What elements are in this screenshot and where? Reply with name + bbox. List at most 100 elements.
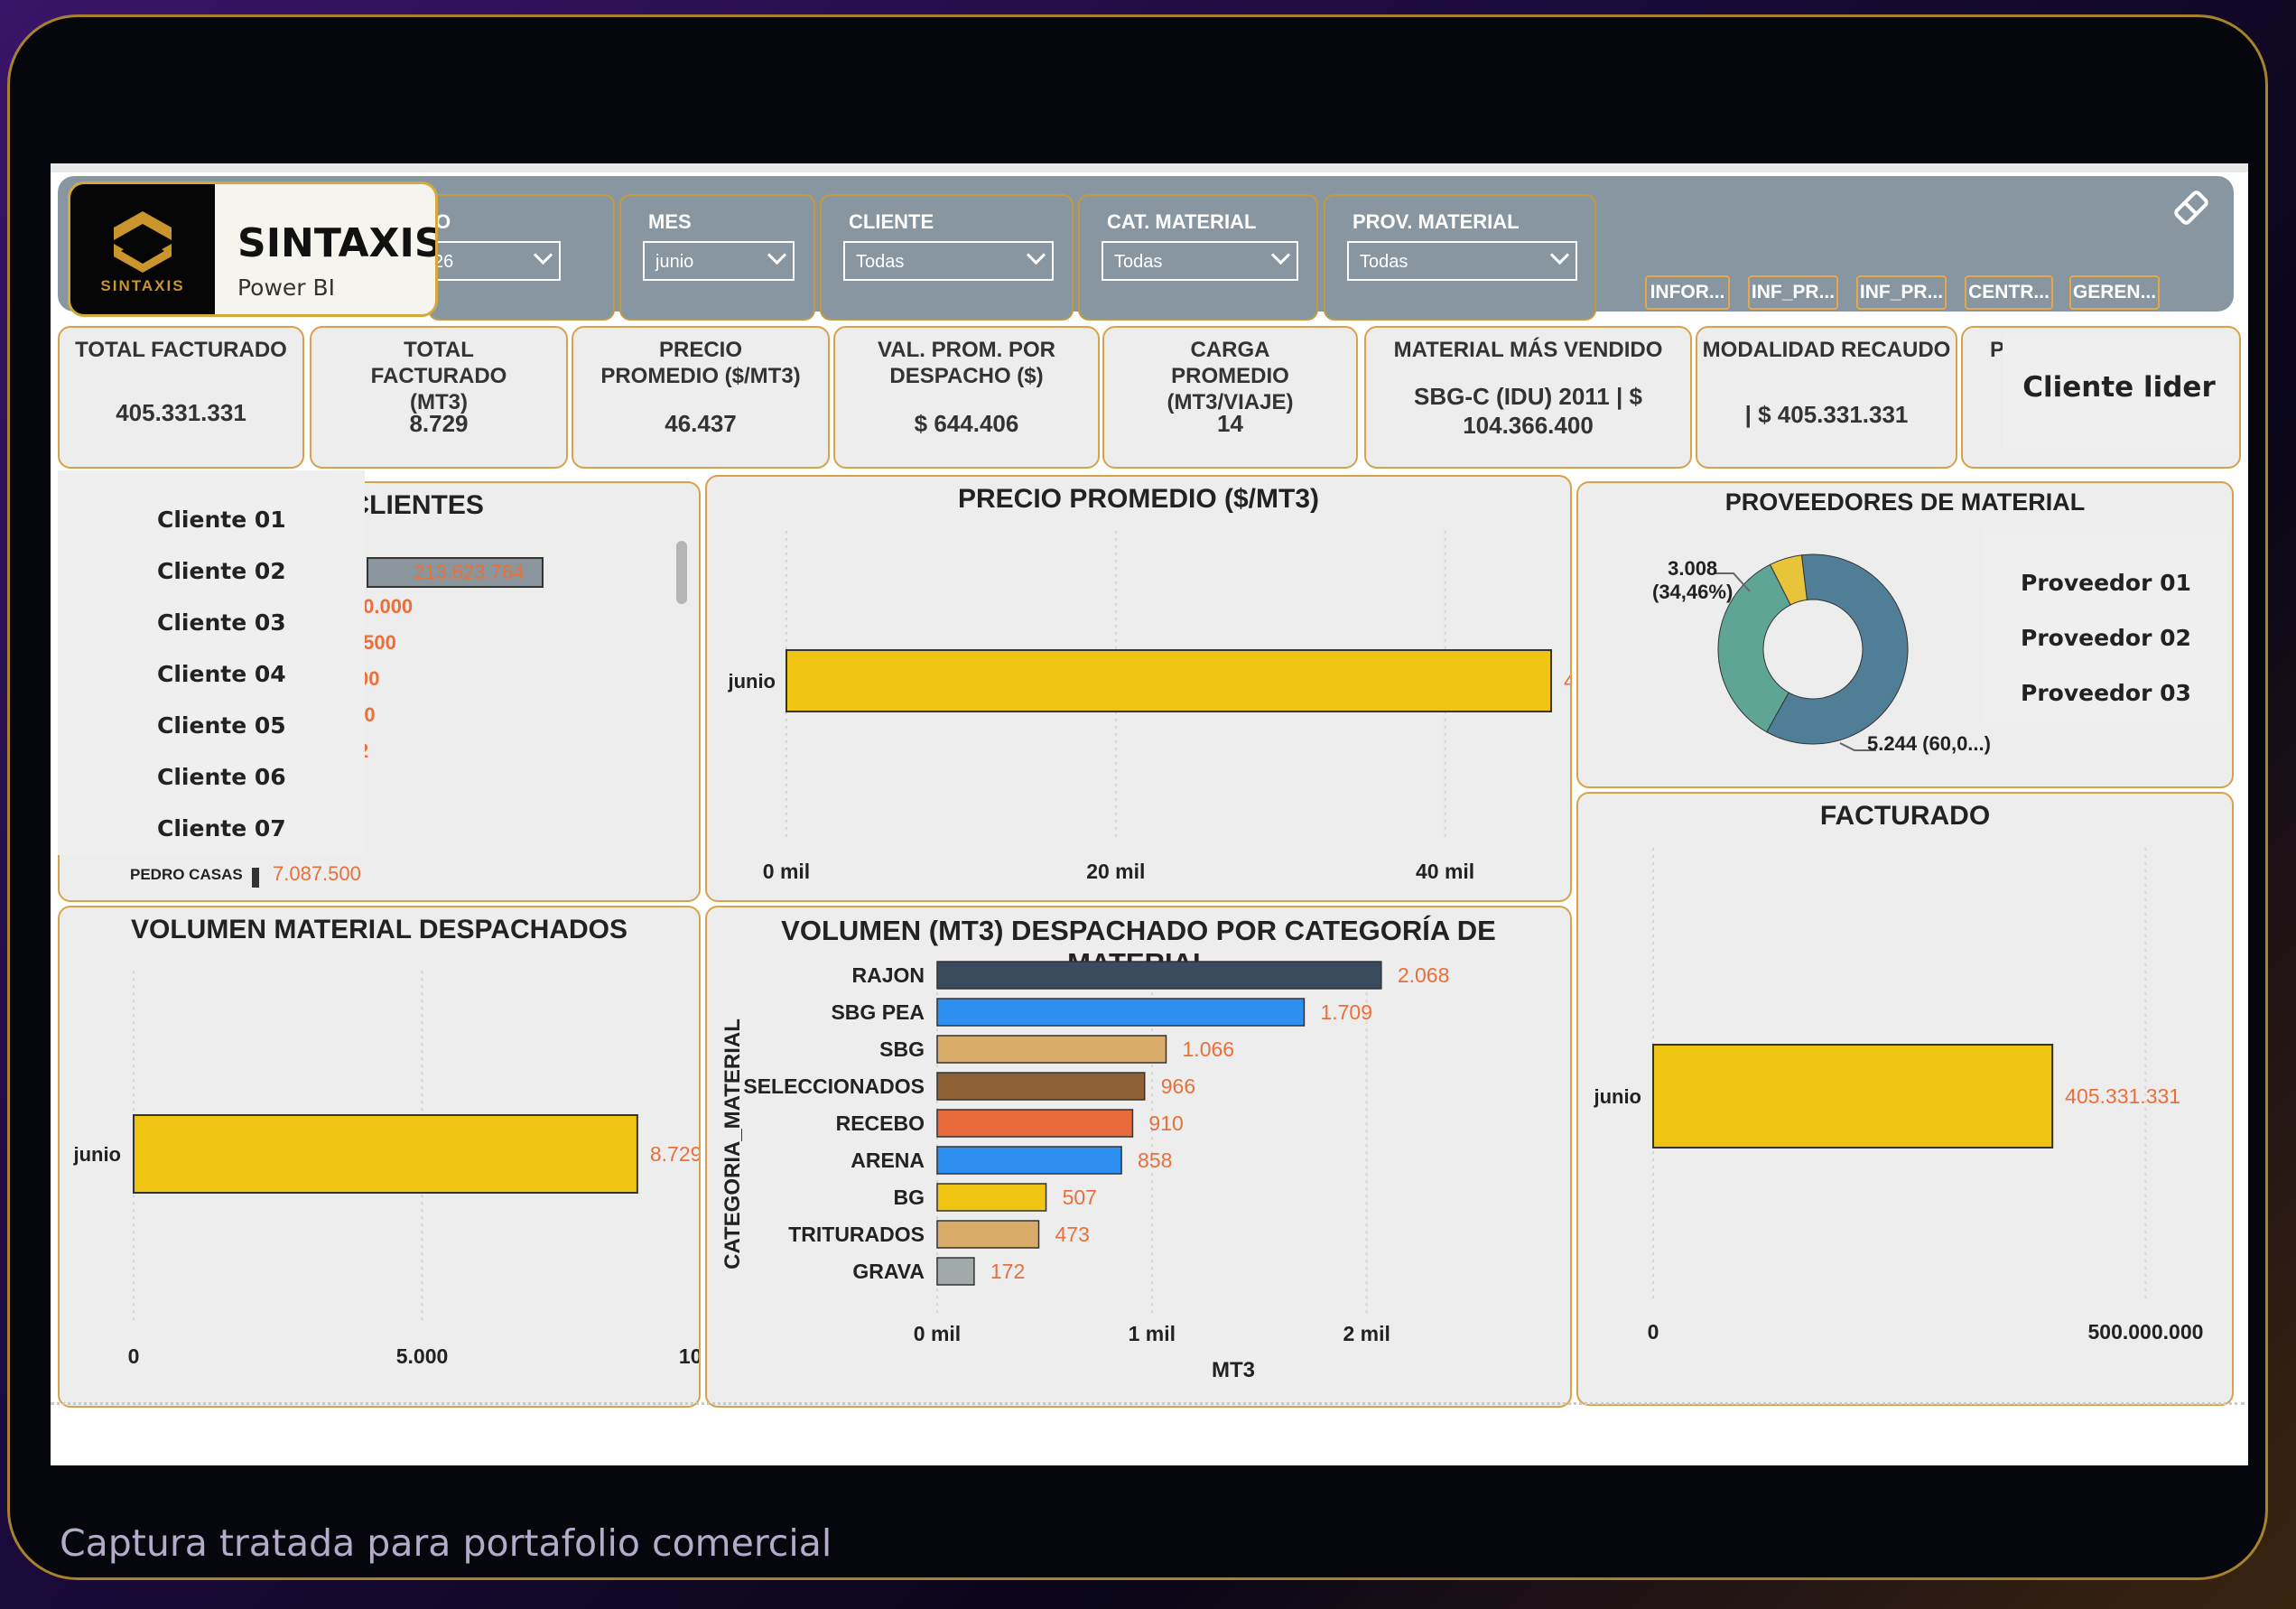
nav-button-centr[interactable]: CENTR... <box>1965 275 2053 310</box>
client-bottom-value: 7.087.500 <box>273 862 361 885</box>
nav-button-inf-pr-1[interactable]: INF_PR... <box>1748 275 1838 310</box>
list-item[interactable]: Proveedor 03 <box>2021 680 2191 706</box>
data-label: 46.437 <box>1564 669 1570 693</box>
chart-volumen-categoria: 0 mil 1 mil 2 mil RAJON 2.068 SBG PEA 1.709 SBG… <box>720 961 1450 1382</box>
donut-label-a-pct: (34,46%) <box>1652 581 1734 603</box>
bar <box>936 998 1306 1027</box>
filter-prov-material[interactable]: PROV. MATERIAL Todas <box>1324 194 1596 321</box>
kpi-title: CARGA PROMEDIO (MT3/VIAJE) <box>1167 338 1294 414</box>
caption: Captura tratada para portafolio comercia… <box>60 1521 832 1565</box>
bar <box>936 1183 1047 1212</box>
y-axis-label: CATEGORIA_MATERIAL <box>720 1018 745 1270</box>
category-label: junio <box>727 670 776 693</box>
bar <box>936 1109 1134 1138</box>
filter-year[interactable]: O 26 <box>421 194 615 321</box>
kpi-material-mas-vendido: MATERIAL MÁS VENDIDO SBG-C (IDU) 2011 | … <box>1364 326 1692 469</box>
donut-label-a-value: 3.008 <box>1668 557 1718 580</box>
x-tick-label: 0 <box>1648 1320 1659 1344</box>
kpi-carga-promedio: CARGA PROMEDIO (MT3/VIAJE) 14 <box>1102 326 1358 469</box>
nav-button-infor[interactable]: INFOR... <box>1645 275 1730 310</box>
list-item[interactable]: Cliente 02 <box>157 558 286 584</box>
bar <box>936 1220 1040 1249</box>
category-label: SBG PEA <box>831 1000 925 1024</box>
kpi-modalidad-recaudo: MODALIDAD RECAUDO | $ 405.331.331 <box>1696 326 1957 469</box>
list-item[interactable]: Proveedor 01 <box>2021 570 2191 596</box>
filter-cliente-label: CLIENTE <box>849 210 934 233</box>
filter-year-select[interactable]: 26 <box>421 241 561 281</box>
cliente-lider-label: Cliente lider <box>2022 371 2216 404</box>
list-item[interactable]: Cliente 05 <box>157 712 286 739</box>
panel-volumen-material: VOLUMEN MATERIAL DESPACHADOS 05.00010.00… <box>58 906 701 1408</box>
x-tick-label: 10.000 <box>679 1344 699 1368</box>
x-tick-label: 40 mil <box>1416 860 1474 883</box>
kpi-value: 8.729 <box>409 410 469 437</box>
filter-mes[interactable]: MES junio <box>619 194 815 321</box>
x-tick-label: 0 mil <box>763 860 810 883</box>
bar <box>936 961 1382 990</box>
kpi-precio-promedio: PRECIO PROMEDIO ($/MT3) 46.437 <box>572 326 830 469</box>
logo-mark-text: SINTAXIS <box>100 277 184 294</box>
kpi-value: | $ 405.331.331 <box>1744 401 1909 428</box>
data-label: 910 <box>1148 1111 1183 1135</box>
category-label: RECEBO <box>836 1111 925 1135</box>
filter-cat-material[interactable]: CAT. MATERIAL Todas <box>1078 194 1318 321</box>
bar <box>785 649 1553 712</box>
data-label: 2.068 <box>1398 963 1450 987</box>
list-item[interactable]: Cliente 06 <box>157 764 286 790</box>
data-label: 1.066 <box>1183 1037 1235 1061</box>
x-axis-label: MT3 <box>1212 1358 1255 1382</box>
filter-cliente[interactable]: CLIENTE Todas <box>820 194 1074 321</box>
list-item[interactable]: Cliente 04 <box>157 661 286 687</box>
filter-prov-material-label: PROV. MATERIAL <box>1353 210 1520 233</box>
x-tick-label: 0 <box>128 1344 140 1368</box>
list-item[interactable]: Cliente 01 <box>157 507 286 533</box>
kpi-val-prom-despacho: VAL. PROM. POR DESPACHO ($) $ 644.406 <box>833 326 1100 469</box>
data-label: 8.729 <box>650 1142 699 1166</box>
category-label: SELECCIONADOS <box>743 1074 925 1098</box>
x-tick-label: 20 mil <box>1086 860 1145 883</box>
data-label: 507 <box>1063 1186 1097 1209</box>
bar <box>936 1035 1167 1064</box>
x-tick-label: 5.000 <box>396 1344 449 1368</box>
scrollbar-thumb[interactable] <box>676 541 687 604</box>
client-bar-value: 213.623.764 <box>414 561 525 583</box>
filter-cliente-value: Todas <box>856 252 905 272</box>
filter-mes-select[interactable]: junio <box>643 241 795 281</box>
filter-cliente-select[interactable]: Todas <box>843 241 1054 281</box>
bottom-divider <box>51 1402 2245 1408</box>
x-tick-label: 500.000.000 <box>2088 1320 2204 1344</box>
category-label: BG <box>894 1186 925 1209</box>
eraser-icon[interactable] <box>2171 187 2212 228</box>
donut-label-b: 5.244 (60,0...) <box>1867 732 1991 755</box>
category-label: SBG <box>879 1037 925 1061</box>
kpi-title: PRECIO PROMEDIO ($/MT3) <box>600 338 801 388</box>
kpi-title: MODALIDAD RECAUDO <box>1702 338 1951 362</box>
chevron-down-icon <box>1270 245 1291 265</box>
bar <box>1652 1044 2054 1149</box>
list-item[interactable]: Cliente 07 <box>157 815 286 842</box>
chevron-down-icon <box>1026 245 1046 265</box>
sintaxis-logo-card: SINTAXIS SINTAXIS Power BI <box>68 181 438 317</box>
list-item[interactable]: Proveedor 02 <box>2021 625 2191 651</box>
filter-mes-value: junio <box>655 252 694 272</box>
client-value-partial: ,0.000 <box>358 595 414 618</box>
chart-volumen-material: 0 5.000 10.000 junio 8.729 <box>72 971 699 1368</box>
kpi-value: 46.437 <box>665 410 737 437</box>
app-frame: O 26 MES junio CLIENTE Todas CAT. MATERI… <box>7 14 2268 1580</box>
kpi-title: VAL. PROM. POR DESPACHO ($) <box>878 338 1055 388</box>
filter-mes-label: MES <box>648 210 692 233</box>
list-item[interactable]: Cliente 03 <box>157 609 286 636</box>
category-label: ARENA <box>851 1149 925 1172</box>
chevron-down-icon <box>767 245 787 265</box>
sintaxis-s-icon: SINTAXIS <box>100 211 184 294</box>
nav-button-geren[interactable]: GEREN... <box>2069 275 2160 310</box>
panel-volumen-categoria: VOLUMEN (MT3) DESPACHADO POR CATEGORÍA D… <box>705 906 1572 1408</box>
nav-button-inf-pr-2[interactable]: INF_PR... <box>1856 275 1947 310</box>
filter-cat-material-select[interactable]: Todas <box>1102 241 1298 281</box>
data-label: 405.331.331 <box>2065 1084 2180 1108</box>
logo-title: SINTAXIS <box>237 220 438 266</box>
filter-prov-material-select[interactable]: Todas <box>1347 241 1577 281</box>
kpi-value: SBG-C (IDU) 2011 | $ 104.366.400 <box>1414 383 1642 439</box>
donut-label-a: 3.008 (34,46%) <box>1652 557 1733 604</box>
filter-cat-material-label: CAT. MATERIAL <box>1107 210 1257 233</box>
